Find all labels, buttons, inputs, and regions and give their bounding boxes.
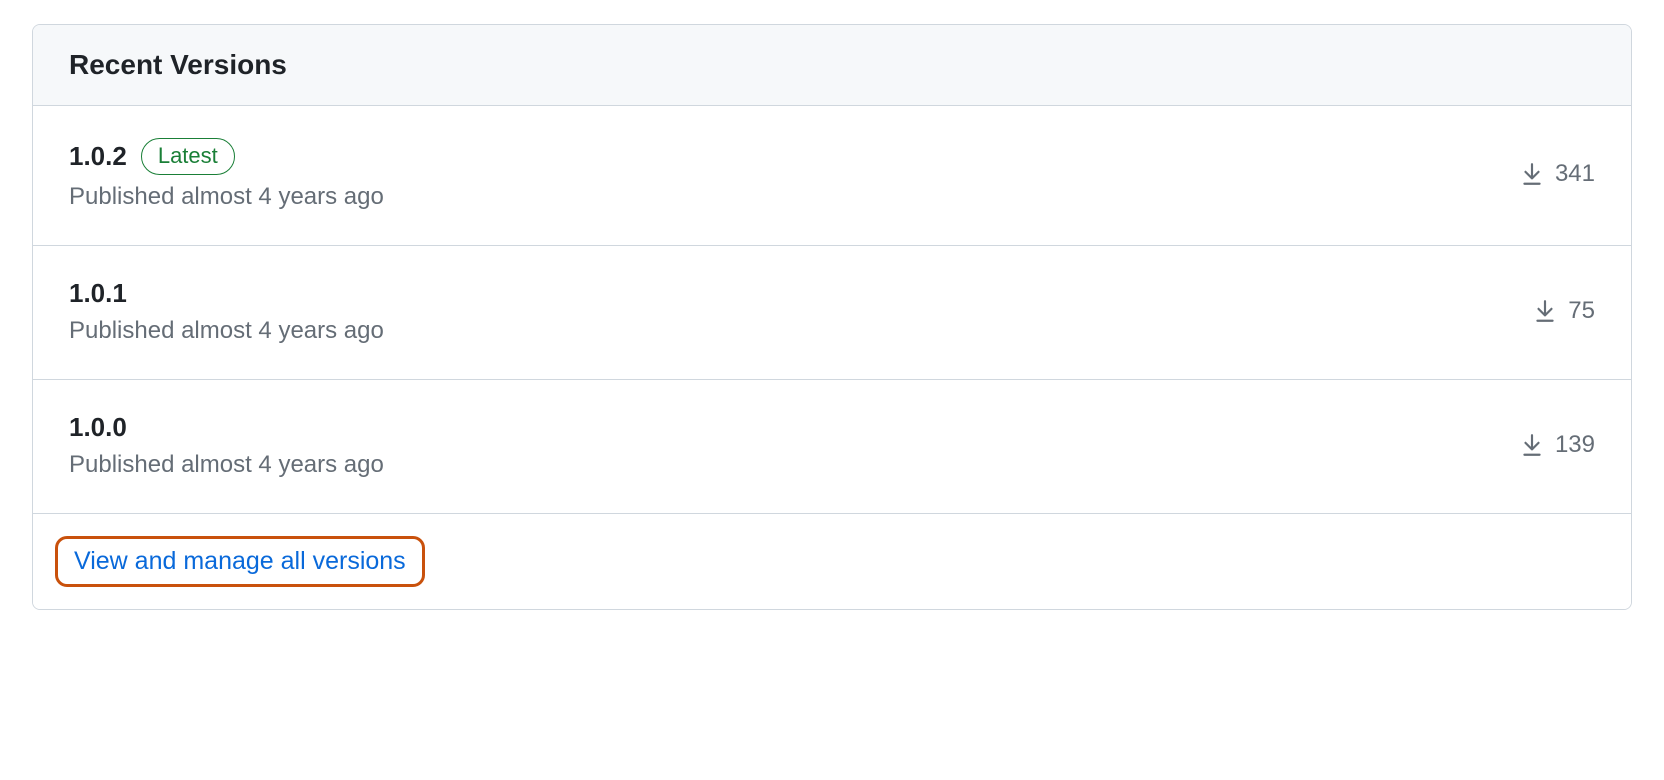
view-manage-all-versions-link[interactable]: View and manage all versions [55, 536, 425, 587]
panel-footer: View and manage all versions [33, 514, 1631, 609]
recent-versions-panel: Recent Versions 1.0.2 Latest Published a… [32, 24, 1632, 610]
version-top: 1.0.1 [69, 278, 384, 309]
version-published: Published almost 4 years ago [69, 451, 384, 479]
latest-badge: Latest [141, 138, 235, 175]
download-count: 75 [1568, 297, 1595, 325]
version-row[interactable]: 1.0.1 Published almost 4 years ago 75 [33, 246, 1631, 380]
version-number: 1.0.0 [69, 412, 127, 443]
version-top: 1.0.2 Latest [69, 138, 384, 175]
panel-header: Recent Versions [33, 25, 1631, 106]
download-count: 341 [1555, 160, 1595, 188]
version-downloads: 341 [1519, 160, 1595, 188]
download-icon [1519, 161, 1545, 187]
version-info: 1.0.2 Latest Published almost 4 years ag… [69, 138, 384, 211]
version-number: 1.0.1 [69, 278, 127, 309]
version-downloads: 139 [1519, 431, 1595, 459]
version-info: 1.0.0 Published almost 4 years ago [69, 412, 384, 479]
version-row[interactable]: 1.0.0 Published almost 4 years ago 139 [33, 380, 1631, 514]
download-count: 139 [1555, 431, 1595, 459]
version-downloads: 75 [1532, 297, 1595, 325]
version-published: Published almost 4 years ago [69, 183, 384, 211]
version-top: 1.0.0 [69, 412, 384, 443]
version-number: 1.0.2 [69, 141, 127, 172]
version-row[interactable]: 1.0.2 Latest Published almost 4 years ag… [33, 106, 1631, 246]
download-icon [1519, 432, 1545, 458]
panel-title: Recent Versions [69, 49, 1595, 81]
download-icon [1532, 298, 1558, 324]
version-published: Published almost 4 years ago [69, 317, 384, 345]
version-info: 1.0.1 Published almost 4 years ago [69, 278, 384, 345]
